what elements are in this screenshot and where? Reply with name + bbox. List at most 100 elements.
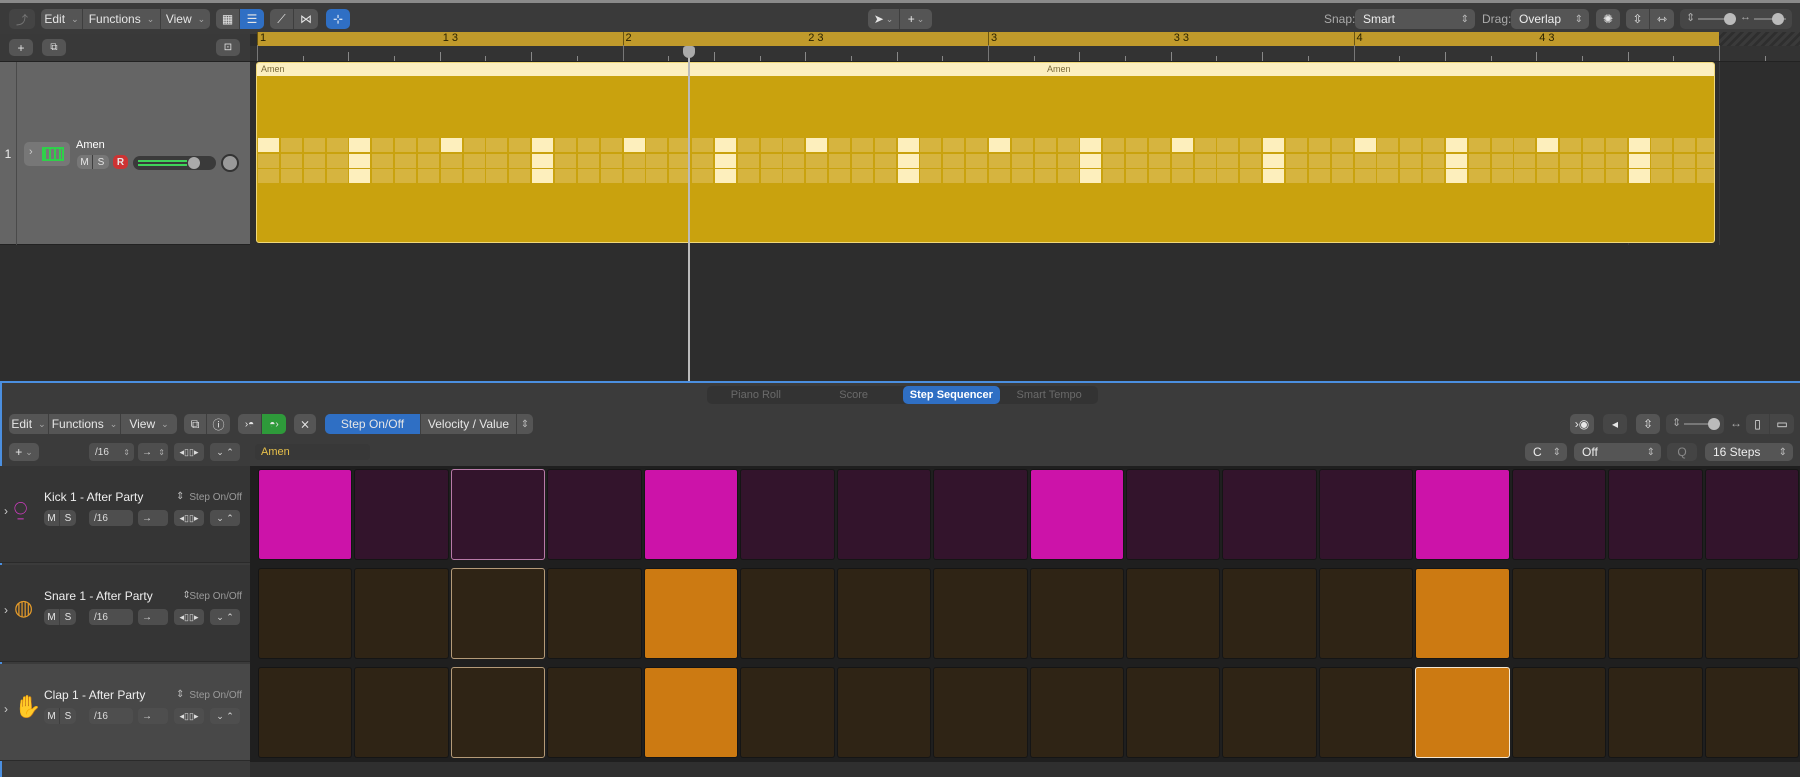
row-mute-button[interactable]: M: [44, 609, 60, 625]
clear-pattern-icon[interactable]: ⨯: [294, 414, 316, 434]
row-name[interactable]: Kick 1 - After Party: [44, 490, 143, 504]
step-off[interactable]: [1608, 469, 1703, 560]
row-name[interactable]: Clap 1 - After Party: [44, 688, 145, 702]
step-on-off-mode[interactable]: Step On/Off: [325, 414, 421, 434]
row-direction-select[interactable]: →: [138, 609, 168, 625]
step-off[interactable]: [354, 568, 449, 659]
step-on[interactable]: [643, 568, 739, 659]
row-direction-select[interactable]: →: [138, 510, 168, 526]
row-solo-button[interactable]: S: [60, 510, 76, 526]
step-on[interactable]: [1415, 667, 1510, 758]
row-zoom-slider[interactable]: ⇕: [1666, 414, 1724, 434]
grid-view-icon[interactable]: ▦: [216, 9, 240, 29]
list-view-icon[interactable]: ☰: [240, 9, 264, 29]
step-off[interactable]: [258, 568, 353, 659]
row-solo-button[interactable]: S: [60, 708, 76, 724]
functions-menu[interactable]: Functions ⌄: [83, 9, 161, 29]
learn-on-icon[interactable]: ◓›: [262, 414, 286, 434]
row-zoom-knob[interactable]: [1708, 418, 1720, 430]
track-icon-button[interactable]: ›: [24, 142, 70, 166]
track-header-amen[interactable]: 1 › Amen M S R: [0, 62, 250, 245]
tab-smart-tempo[interactable]: Smart Tempo: [1000, 386, 1098, 404]
step-on[interactable]: [258, 469, 353, 560]
step-off[interactable]: [836, 667, 932, 758]
step-off[interactable]: [933, 568, 1028, 659]
step-on[interactable]: [643, 667, 739, 758]
step-off[interactable]: [1222, 568, 1317, 659]
row-mute-button[interactable]: M: [44, 510, 60, 526]
row-direction-select[interactable]: →: [138, 708, 168, 724]
record-enable-button[interactable]: R: [113, 155, 128, 169]
tab-step-sequencer[interactable]: Step Sequencer: [902, 386, 1001, 404]
editor-functions-menu[interactable]: Functions ⌄: [49, 414, 121, 434]
scale-select[interactable]: Off ⇕: [1574, 443, 1661, 461]
row-offset-buttons[interactable]: ◂▯▯▸: [174, 708, 204, 724]
solo-button[interactable]: S: [93, 155, 109, 169]
row-rate-select[interactable]: /16: [89, 510, 133, 526]
step-off[interactable]: [1511, 667, 1607, 758]
step-off[interactable]: [1318, 469, 1414, 560]
quantize-button[interactable]: Q: [1667, 443, 1697, 461]
step-off[interactable]: [354, 469, 449, 560]
step-off[interactable]: [1222, 667, 1317, 758]
step-off[interactable]: [450, 469, 546, 560]
key-select[interactable]: C ⇕: [1525, 443, 1567, 461]
editor-view-menu[interactable]: View ⌄: [121, 414, 177, 434]
step-off[interactable]: [1318, 568, 1414, 659]
disclosure-chevron-icon[interactable]: ›: [29, 146, 33, 158]
disclosure-chevron-icon[interactable]: ›: [4, 702, 8, 716]
edit-menu[interactable]: Edit ⌄: [41, 9, 83, 29]
disclosure-chevron-icon[interactable]: ›: [4, 603, 8, 617]
row-name-select-icon[interactable]: ⇕: [176, 491, 184, 502]
horizontal-resize-icon[interactable]: ↔: [1730, 416, 1742, 430]
step-off[interactable]: [354, 667, 449, 758]
step-off[interactable]: [1222, 469, 1317, 560]
learn-off-icon[interactable]: ›◓: [238, 414, 262, 434]
beat-ruler[interactable]: [250, 45, 1800, 62]
vertical-zoom-knob[interactable]: [1724, 13, 1736, 25]
step-on[interactable]: [643, 469, 739, 560]
landscape-layout-icon[interactable]: ▭: [1770, 414, 1794, 434]
info-icon[interactable]: ⓘ: [207, 414, 230, 434]
snap-select[interactable]: Smart ⇕: [1355, 9, 1475, 29]
waveform-zoom-icon[interactable]: ✺: [1596, 9, 1620, 29]
step-off[interactable]: [1125, 568, 1221, 659]
step-off[interactable]: [1704, 469, 1799, 560]
crosshair-icon[interactable]: + ⌄: [900, 9, 932, 29]
step-off[interactable]: [1125, 667, 1221, 758]
row-name-select-icon[interactable]: ⇕: [176, 689, 184, 700]
step-off[interactable]: [740, 568, 835, 659]
disclosure-chevron-icon[interactable]: ›: [4, 504, 8, 518]
pointer-icon[interactable]: ➤ ⌄: [868, 9, 900, 29]
row-solo-button[interactable]: S: [60, 609, 76, 625]
step-off[interactable]: [1704, 568, 1799, 659]
velocity-value-mode[interactable]: Velocity / Value: [421, 414, 517, 434]
step-off[interactable]: [836, 568, 932, 659]
catch-playhead-icon[interactable]: ⊹: [326, 9, 350, 29]
step-off[interactable]: [547, 568, 642, 659]
copy-pattern-icon[interactable]: ⧉: [184, 414, 207, 434]
step-off[interactable]: [547, 667, 642, 758]
step-off[interactable]: [1704, 667, 1799, 758]
step-off[interactable]: [740, 469, 835, 560]
portrait-layout-icon[interactable]: ▯: [1746, 414, 1770, 434]
row-rate-select[interactable]: /16: [89, 708, 133, 724]
mute-button[interactable]: M: [77, 155, 93, 169]
step-off[interactable]: [450, 568, 546, 659]
offset-nudge-buttons[interactable]: ◂▯▯▸: [174, 443, 204, 461]
pattern-browser-icon[interactable]: ›◉: [1570, 414, 1594, 434]
tab-score[interactable]: Score: [805, 386, 903, 404]
step-on[interactable]: [1415, 469, 1510, 560]
row-offset-buttons[interactable]: ◂▯▯▸: [174, 510, 204, 526]
horizontal-zoom-icon[interactable]: ⇿: [1650, 9, 1674, 29]
step-off[interactable]: [836, 469, 932, 560]
global-rate-select[interactable]: /16 ⇕: [89, 443, 134, 461]
row-name[interactable]: Snare 1 - After Party: [44, 589, 153, 603]
tab-piano-roll[interactable]: Piano Roll: [707, 386, 805, 404]
row-mute-button[interactable]: M: [44, 708, 60, 724]
step-off[interactable]: [1029, 667, 1124, 758]
playhead-line[interactable]: [688, 50, 691, 381]
step-off[interactable]: [1029, 568, 1124, 659]
step-off[interactable]: [547, 469, 642, 560]
step-off[interactable]: [933, 667, 1028, 758]
